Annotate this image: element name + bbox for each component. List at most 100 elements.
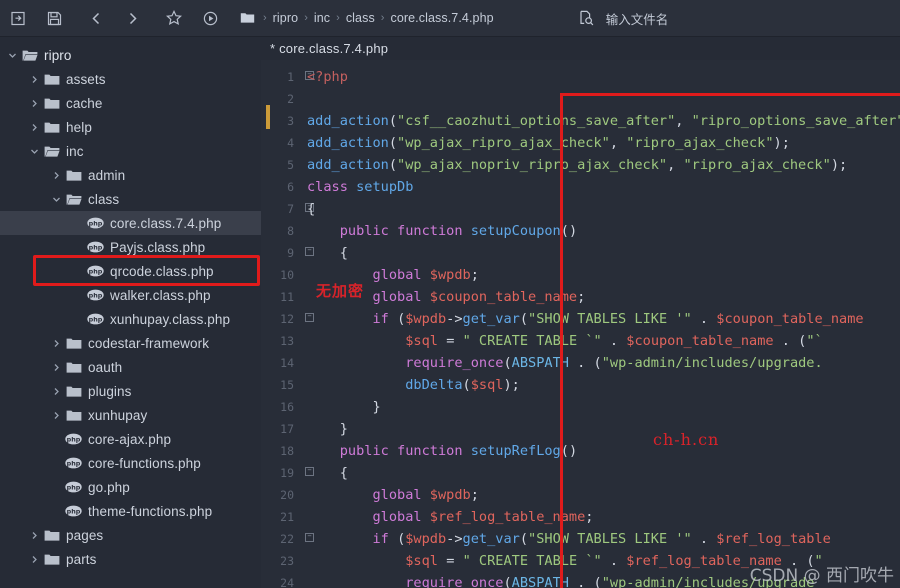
- chevron-right-icon[interactable]: [50, 385, 63, 398]
- breadcrumb-item-3[interactable]: core.class.7.4.php: [390, 11, 493, 25]
- tree-item-admin[interactable]: admin: [0, 163, 261, 187]
- tree-item-oauth[interactable]: oauth: [0, 355, 261, 379]
- php-file-icon: php: [65, 505, 82, 517]
- code-line[interactable]: if ($wpdb->get_var("SHOW TABLES LIKE '" …: [307, 528, 900, 550]
- file-search[interactable]: 输入文件名: [578, 5, 669, 31]
- breadcrumb[interactable]: › ripro › inc › class › core.class.7.4.p…: [234, 5, 500, 31]
- code-line[interactable]: public function setupCoupon(): [307, 220, 900, 242]
- breadcrumb-item-2[interactable]: class: [346, 11, 375, 25]
- tree-item-cache[interactable]: cache: [0, 91, 261, 115]
- line-number-gutter: 1 2 3 4 5 6 7 8 9 10 11 12 13 14 15 16 17 18 19 20 21 22 23 24: [261, 60, 303, 588]
- tree-item-xunhupay[interactable]: xunhupay: [0, 403, 261, 427]
- code-line[interactable]: dbDelta($sql);: [307, 374, 900, 396]
- code-line[interactable]: {: [307, 242, 900, 264]
- tree-item-core-class-7-4-php[interactable]: php core.class.7.4.php: [0, 211, 261, 235]
- tree-item-help[interactable]: help: [0, 115, 261, 139]
- tree-item-payjs-class-php[interactable]: php Payjs.class.php: [0, 235, 261, 259]
- folder-open-icon: [65, 193, 82, 206]
- tree-item-pages[interactable]: pages: [0, 523, 261, 547]
- forward-icon[interactable]: [114, 3, 150, 33]
- folder-icon: [65, 169, 82, 182]
- tree-item-label: ripro: [44, 47, 72, 63]
- code-content[interactable]: <?php add_action("csf__caozhuti_options_…: [307, 60, 900, 588]
- chevron-right-icon[interactable]: [50, 169, 63, 182]
- tree-item-parts[interactable]: parts: [0, 547, 261, 571]
- chevron-right-icon[interactable]: [28, 529, 41, 542]
- tab-core-class-7-4-php[interactable]: * core.class.7.4.php: [270, 41, 388, 56]
- chevron-right-icon[interactable]: [28, 121, 41, 134]
- file-tree[interactable]: ripro assets cache help inc admin class php core…: [0, 37, 261, 571]
- run-icon[interactable]: [192, 3, 228, 33]
- line-number: 6: [287, 180, 294, 194]
- annotation-no-encryption: 无加密: [316, 282, 365, 300]
- chevron-right-icon[interactable]: [28, 553, 41, 566]
- tree-item-codestar-framework[interactable]: codestar-framework: [0, 331, 261, 355]
- chevron-right-icon[interactable]: [50, 337, 63, 350]
- tree-item-theme-functions-php[interactable]: php theme-functions.php: [0, 499, 261, 523]
- code-line[interactable]: add_action("wp_ajax_nopriv_ripro_ajax_ch…: [307, 154, 900, 176]
- code-line[interactable]: require_once(ABSPATH . ("wp-admin/includ…: [307, 352, 900, 374]
- tree-item-inc[interactable]: inc: [0, 139, 261, 163]
- breadcrumb-item-0[interactable]: ripro: [273, 11, 299, 25]
- code-line[interactable]: global $wpdb;: [307, 484, 900, 506]
- favorite-star-icon[interactable]: [156, 3, 192, 33]
- svg-text:php: php: [89, 316, 103, 324]
- code-line[interactable]: add_action("wp_ajax_ripro_ajax_check", "…: [307, 132, 900, 154]
- code-line[interactable]: }: [307, 396, 900, 418]
- code-line[interactable]: public function setupRefLog(): [307, 440, 900, 462]
- code-line[interactable]: <?php: [307, 66, 900, 88]
- php-file-icon: php: [65, 433, 82, 445]
- chevron-right-icon[interactable]: [28, 97, 41, 110]
- back-icon[interactable]: [78, 3, 114, 33]
- tree-item-walker-class-php[interactable]: php walker.class.php: [0, 283, 261, 307]
- open-file-icon[interactable]: [0, 3, 36, 33]
- code-line[interactable]: add_action("csf__caozhuti_options_save_a…: [307, 110, 900, 132]
- svg-text:php: php: [89, 220, 103, 228]
- tree-item-plugins[interactable]: plugins: [0, 379, 261, 403]
- tree-item-core-functions-php[interactable]: php core-functions.php: [0, 451, 261, 475]
- svg-text:php: php: [89, 268, 103, 276]
- code-line[interactable]: if ($wpdb->get_var("SHOW TABLES LIKE '" …: [307, 308, 900, 330]
- tree-item-assets[interactable]: assets: [0, 67, 261, 91]
- tree-item-label: admin: [88, 167, 126, 183]
- line-number: 13: [280, 334, 294, 348]
- chevron-down-icon[interactable]: [50, 193, 63, 206]
- breadcrumb-item-1[interactable]: inc: [314, 11, 330, 25]
- code-line[interactable]: global $wpdb;: [307, 264, 900, 286]
- save-icon[interactable]: [36, 3, 72, 33]
- code-line[interactable]: class setupDb: [307, 176, 900, 198]
- tree-item-go-php[interactable]: php go.php: [0, 475, 261, 499]
- code-area[interactable]: 1 2 3 4 5 6 7 8 9 10 11 12 13 14 15 16 17 18 19 20 21 22 23 24 …: [261, 60, 900, 588]
- chevron-right-icon[interactable]: [50, 409, 63, 422]
- tree-item-xunhupay-class-php[interactable]: php xunhupay.class.php: [0, 307, 261, 331]
- folder-icon: [43, 97, 60, 110]
- file-tree-sidebar[interactable]: ripro assets cache help inc admin class php core…: [0, 37, 261, 588]
- code-line[interactable]: global $ref_log_table_name;: [307, 506, 900, 528]
- tree-item-qrcode-class-php[interactable]: php qrcode.class.php: [0, 259, 261, 283]
- code-line[interactable]: [307, 88, 900, 110]
- tree-item-label: core.class.7.4.php: [110, 215, 222, 231]
- chevron-down-icon[interactable]: [28, 145, 41, 158]
- tree-item-label: plugins: [88, 383, 132, 399]
- tree-item-class[interactable]: class: [0, 187, 261, 211]
- chevron-right-icon[interactable]: [28, 73, 41, 86]
- tree-item-core-ajax-php[interactable]: php core-ajax.php: [0, 427, 261, 451]
- code-line[interactable]: $sql = " CREATE TABLE `" . $coupon_table…: [307, 330, 900, 352]
- chevron-down-icon[interactable]: [6, 49, 19, 62]
- search-input[interactable]: 输入文件名: [606, 9, 669, 28]
- tree-item-ripro[interactable]: ripro: [0, 43, 261, 67]
- tree-item-label: xunhupay.class.php: [110, 311, 231, 327]
- folder-icon: [65, 385, 82, 398]
- file-search-icon: [578, 10, 594, 26]
- php-file-icon: php: [65, 481, 82, 493]
- chevron-right-icon[interactable]: [50, 361, 63, 374]
- code-line[interactable]: }: [307, 418, 900, 440]
- code-line[interactable]: {: [307, 462, 900, 484]
- folder-icon: [43, 73, 60, 86]
- code-line[interactable]: global $coupon_table_name;: [307, 286, 900, 308]
- php-file-icon: php: [87, 313, 104, 325]
- line-number: 21: [280, 510, 294, 524]
- editor-tab-strip[interactable]: * core.class.7.4.php: [261, 37, 900, 60]
- folder-icon: [65, 409, 82, 422]
- code-line[interactable]: {: [307, 198, 900, 220]
